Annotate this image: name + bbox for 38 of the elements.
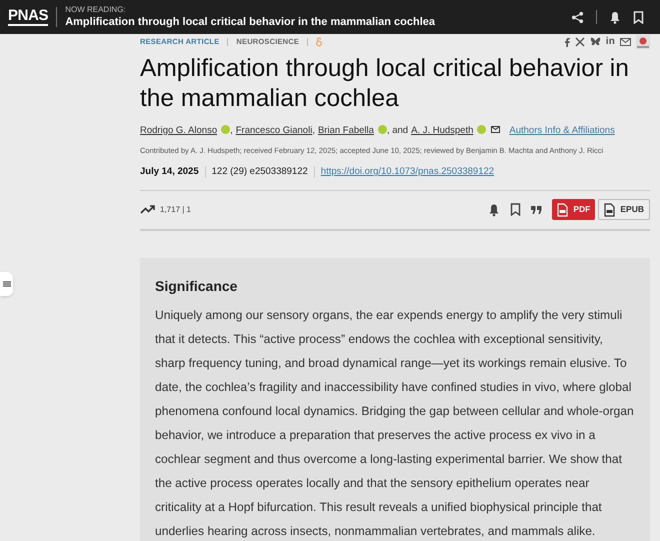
reading-title: Amplification through local critical behavior in the mammalian cochlea [65,15,435,29]
butterfly-icon[interactable] [590,37,601,47]
article-title: Amplification through local critical behavior in the mammalian cochlea [140,54,630,114]
affiliations-link[interactable]: Authors Info & Affiliations [509,124,615,138]
x-icon[interactable] [574,37,585,47]
author-link[interactable]: Rodrigo G. Alonso [140,124,218,138]
mail-icon[interactable] [620,38,631,46]
linkedin-icon[interactable]: in [606,37,615,47]
separator: , [312,124,315,138]
section-heading: Significance [155,276,238,296]
doi-link[interactable]: https://doi.org/10.1073/pnas.2503389122 [320,165,494,180]
bell-icon[interactable] [609,10,621,24]
open-access-icon [316,37,322,47]
author-link[interactable]: A. J. Hudspeth [411,124,474,138]
metrics[interactable]: 1,717 | 1 [160,204,191,216]
document-icon [604,202,616,216]
badge-icon[interactable] [636,35,650,49]
menu-icon[interactable] [2,281,10,287]
bookmark-icon[interactable] [510,203,522,216]
epub-button[interactable]: EPUB [598,199,650,220]
separator: , and [386,124,408,138]
author-link[interactable]: Brian Fabella [318,124,374,138]
document-icon [557,202,568,216]
quote-icon[interactable] [531,206,542,214]
publication-date: July 14, 2025 [140,165,199,180]
pdf-button[interactable]: PDF [552,199,596,220]
share-icon[interactable] [571,10,584,24]
mail-icon[interactable] [491,126,500,134]
separator: , [230,124,233,138]
trend-icon[interactable] [140,205,155,214]
significance-text: Uniquely among our sensory organs, the ear expends energy to amplify the very stimuli that it detects. This “active process” endows the cochlea with exceptional sensitivity, sharp frequency tuning, and broad dynamical range—yet its workings remain elusive. To date, the cochlea’s fragility and inaccessibility have confined studies in vivo, where global phenomena confound local dynamics. Bridging the gap between cellular and whole-organ behavior, we introduce a preparation that preserves the active process ex vivo in a cochlear segment and thus overcome a long-lasting experimental barrier. We show that the active process operates locally and that the sensory epithelium operates near criticality at a Hopf bifurcation. This result reveals a unified biophysical principle that underlies hearing across insects, nonmammalian vertebrates, and mammals alike. [155,306,635,540]
citation: 122 (29) e2503389122 [212,165,308,180]
outline-toggle-button[interactable] [0,272,13,296]
now-reading-label: NOW READING: [65,5,127,15]
bell-icon[interactable] [488,202,500,216]
author-link[interactable]: Francesco Gianoli [236,124,312,138]
logo[interactable]: PNAS [8,8,48,26]
facebook-icon[interactable] [564,37,570,47]
